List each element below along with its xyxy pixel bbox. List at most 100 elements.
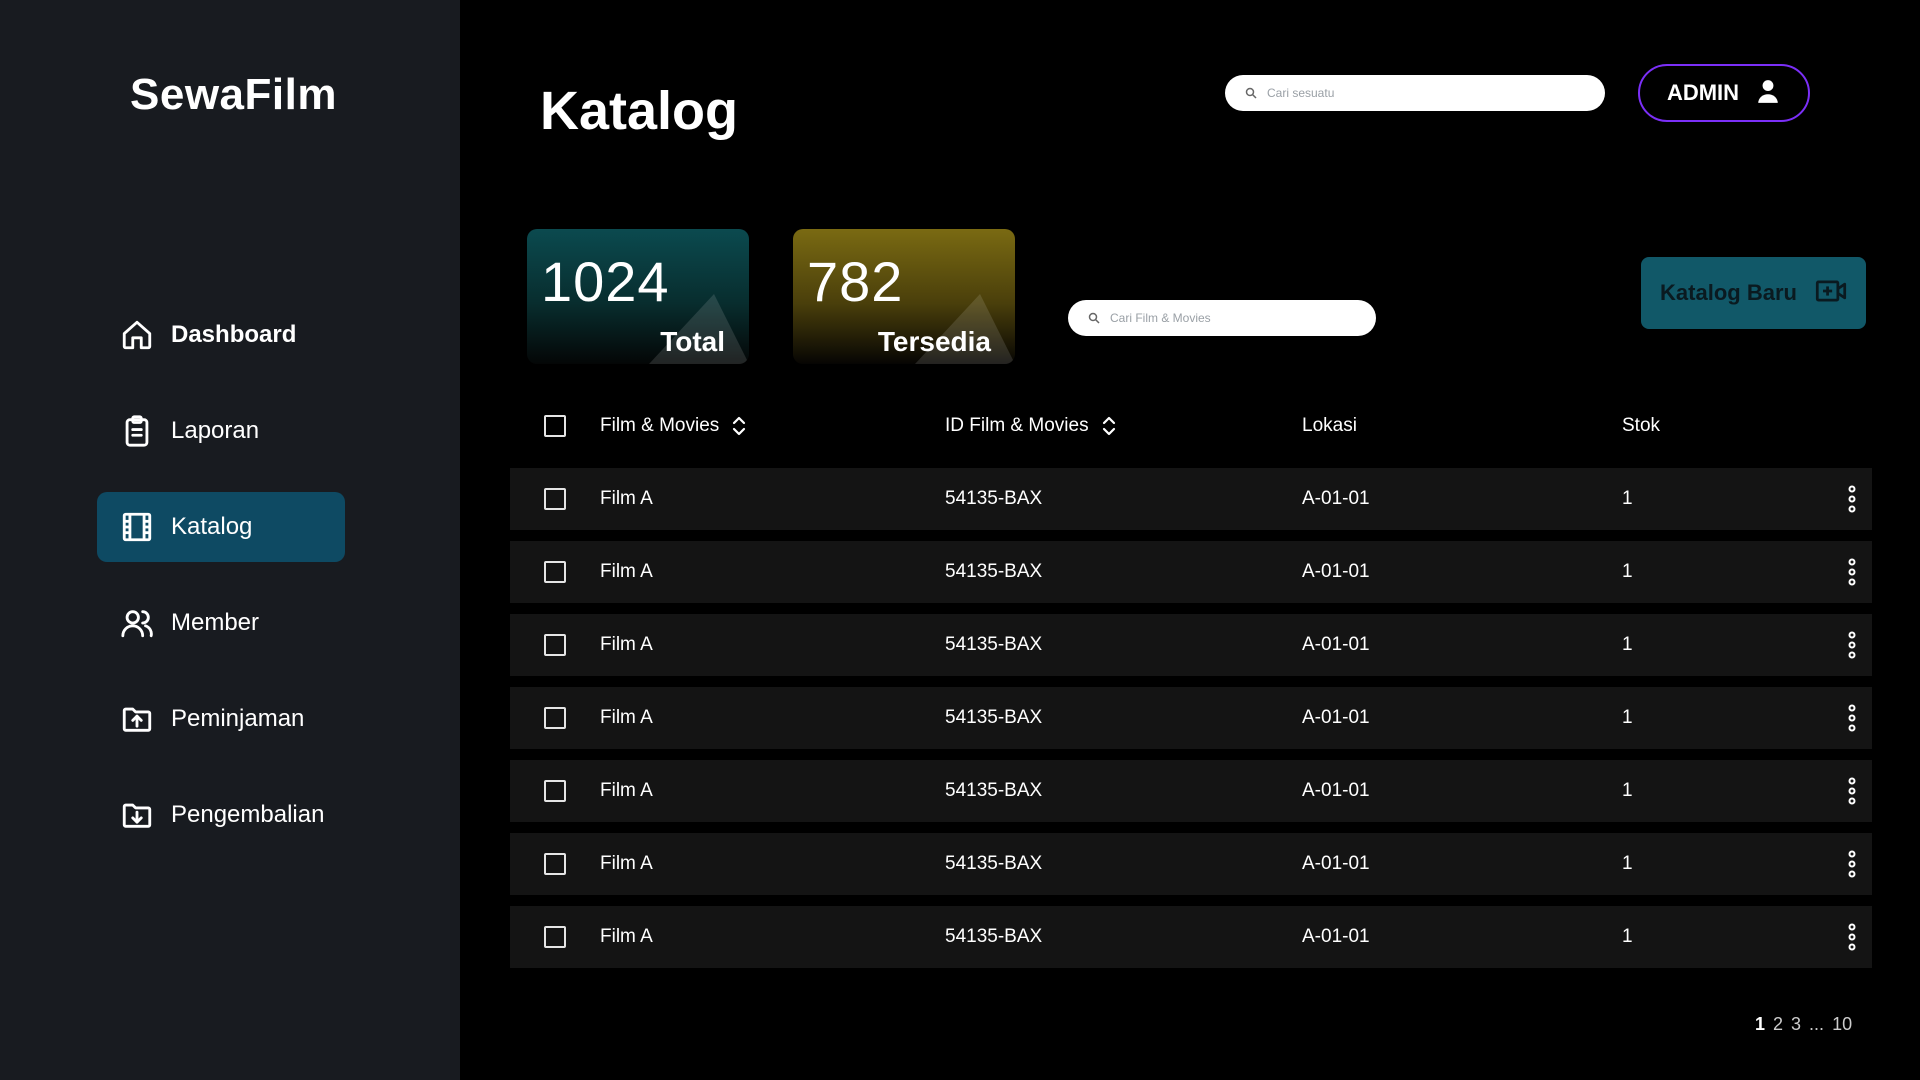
cell-id: 54135-BAX: [945, 926, 1043, 947]
clipboard-icon: [120, 414, 154, 448]
sidebar-item-label: Dashboard: [171, 321, 297, 348]
cell-stock: 1: [1622, 561, 1633, 582]
table-row[interactable]: Film A 54135-BAX A-01-01 1: [510, 541, 1872, 603]
table-row[interactable]: Film A 54135-BAX A-01-01 1: [510, 687, 1872, 749]
admin-label: ADMIN: [1666, 80, 1740, 105]
sidebar-item-member[interactable]: Member: [97, 588, 345, 658]
catalog-table: Film & Movies ID Film & Movies Lokasi St…: [510, 395, 1872, 968]
cell-stock: 1: [1622, 780, 1633, 801]
cell-film: Film A: [600, 634, 653, 655]
cell-id: 54135-BAX: [945, 634, 1043, 655]
film-search[interactable]: [1068, 300, 1376, 336]
more-vertical-icon[interactable]: [1848, 558, 1856, 586]
more-vertical-icon[interactable]: [1848, 850, 1856, 878]
cell-location: A-01-01: [1302, 561, 1370, 582]
row-checkbox[interactable]: [544, 634, 566, 656]
user-icon: [1755, 78, 1781, 109]
row-checkbox[interactable]: [544, 780, 566, 802]
cell-id: 54135-BAX: [945, 853, 1043, 874]
table-row[interactable]: Film A 54135-BAX A-01-01 1: [510, 614, 1872, 676]
cell-stock: 1: [1622, 707, 1633, 728]
sidebar-item-label: Katalog: [171, 513, 253, 540]
stat-value: 782: [807, 250, 904, 313]
page-link-1[interactable]: 1: [1755, 1014, 1765, 1035]
film-search-input[interactable]: [1110, 311, 1376, 325]
more-vertical-icon[interactable]: [1848, 631, 1856, 659]
page-link-last[interactable]: 10: [1832, 1014, 1852, 1035]
cell-id: 54135-BAX: [945, 707, 1043, 728]
sidebar-item-label: Pengembalian: [171, 801, 325, 828]
pagination: 1 2 3 ... 10: [1755, 1014, 1852, 1035]
cell-location: A-01-01: [1302, 707, 1370, 728]
folder-upload-icon: [120, 702, 154, 736]
more-vertical-icon[interactable]: [1848, 923, 1856, 951]
cell-film: Film A: [600, 561, 653, 582]
more-vertical-icon[interactable]: [1848, 777, 1856, 805]
global-search[interactable]: [1225, 75, 1605, 111]
folder-download-icon: [120, 798, 154, 832]
search-input[interactable]: [1267, 86, 1587, 100]
cell-location: A-01-01: [1302, 634, 1370, 655]
column-header-stock: Stok: [1622, 415, 1661, 436]
cell-film: Film A: [600, 926, 653, 947]
stat-card-available: 782 Tersedia: [793, 229, 1015, 364]
sidebar-item-pengembalian[interactable]: Pengembalian: [97, 780, 345, 850]
sidebar-item-label: Laporan: [171, 417, 260, 444]
sidebar-item-label: Peminjaman: [171, 705, 305, 732]
page-ellipsis: ...: [1809, 1014, 1825, 1034]
cell-film: Film A: [600, 488, 653, 509]
more-vertical-icon[interactable]: [1848, 485, 1856, 513]
film-icon: [120, 510, 154, 544]
row-checkbox[interactable]: [544, 488, 566, 510]
sidebar-item-label: Member: [171, 609, 260, 636]
home-icon: [120, 318, 154, 352]
page-link-3[interactable]: 3: [1791, 1014, 1801, 1035]
brand-logo: SewaFilm: [130, 70, 337, 119]
sidebar-item-dashboard[interactable]: Dashboard: [97, 300, 345, 370]
stat-label: Tersedia: [877, 326, 991, 357]
column-header-id: ID Film & Movies: [945, 415, 1089, 436]
admin-account-button[interactable]: ADMIN: [1638, 64, 1810, 122]
more-vertical-icon[interactable]: [1848, 704, 1856, 732]
new-catalog-button[interactable]: Katalog Baru: [1641, 257, 1866, 329]
sort-icon[interactable]: [1101, 415, 1117, 437]
cell-film: Film A: [600, 707, 653, 728]
column-header-film: Film & Movies: [600, 415, 720, 436]
column-header-location: Lokasi: [1302, 415, 1357, 436]
search-icon: [1088, 312, 1100, 324]
new-catalog-label: Katalog Baru: [1660, 280, 1797, 305]
sidebar-nav: Dashboard Laporan Katalog Member Peminja…: [97, 300, 345, 876]
table-header: Film & Movies ID Film & Movies Lokasi St…: [510, 395, 1872, 457]
table-row[interactable]: Film A 54135-BAX A-01-01 1: [510, 468, 1872, 530]
sidebar-item-laporan[interactable]: Laporan: [97, 396, 345, 466]
stat-value: 1024: [541, 250, 670, 313]
cell-location: A-01-01: [1302, 853, 1370, 874]
row-checkbox[interactable]: [544, 926, 566, 948]
sidebar-item-peminjaman[interactable]: Peminjaman: [97, 684, 345, 754]
cell-film: Film A: [600, 853, 653, 874]
page-link-2[interactable]: 2: [1773, 1014, 1783, 1035]
table-row[interactable]: Film A 54135-BAX A-01-01 1: [510, 833, 1872, 895]
page-title: Katalog: [540, 81, 739, 141]
stat-card-total: 1024 Total: [527, 229, 749, 364]
row-checkbox[interactable]: [544, 561, 566, 583]
table-row[interactable]: Film A 54135-BAX A-01-01 1: [510, 906, 1872, 968]
table-row[interactable]: Film A 54135-BAX A-01-01 1: [510, 760, 1872, 822]
cell-stock: 1: [1622, 853, 1633, 874]
select-all-checkbox[interactable]: [544, 415, 566, 437]
cell-id: 54135-BAX: [945, 561, 1043, 582]
sidebar-item-katalog[interactable]: Katalog: [97, 492, 345, 562]
cell-film: Film A: [600, 780, 653, 801]
cell-location: A-01-01: [1302, 926, 1370, 947]
sidebar: SewaFilm Dashboard Laporan Katalog Membe…: [0, 0, 460, 1080]
row-checkbox[interactable]: [544, 853, 566, 875]
cell-id: 54135-BAX: [945, 488, 1043, 509]
stat-label: Total: [660, 326, 725, 357]
cell-location: A-01-01: [1302, 488, 1370, 509]
sort-icon[interactable]: [731, 415, 747, 437]
cell-stock: 1: [1622, 634, 1633, 655]
video-plus-icon: [1815, 275, 1847, 312]
cell-stock: 1: [1622, 926, 1633, 947]
users-icon: [120, 606, 154, 640]
row-checkbox[interactable]: [544, 707, 566, 729]
